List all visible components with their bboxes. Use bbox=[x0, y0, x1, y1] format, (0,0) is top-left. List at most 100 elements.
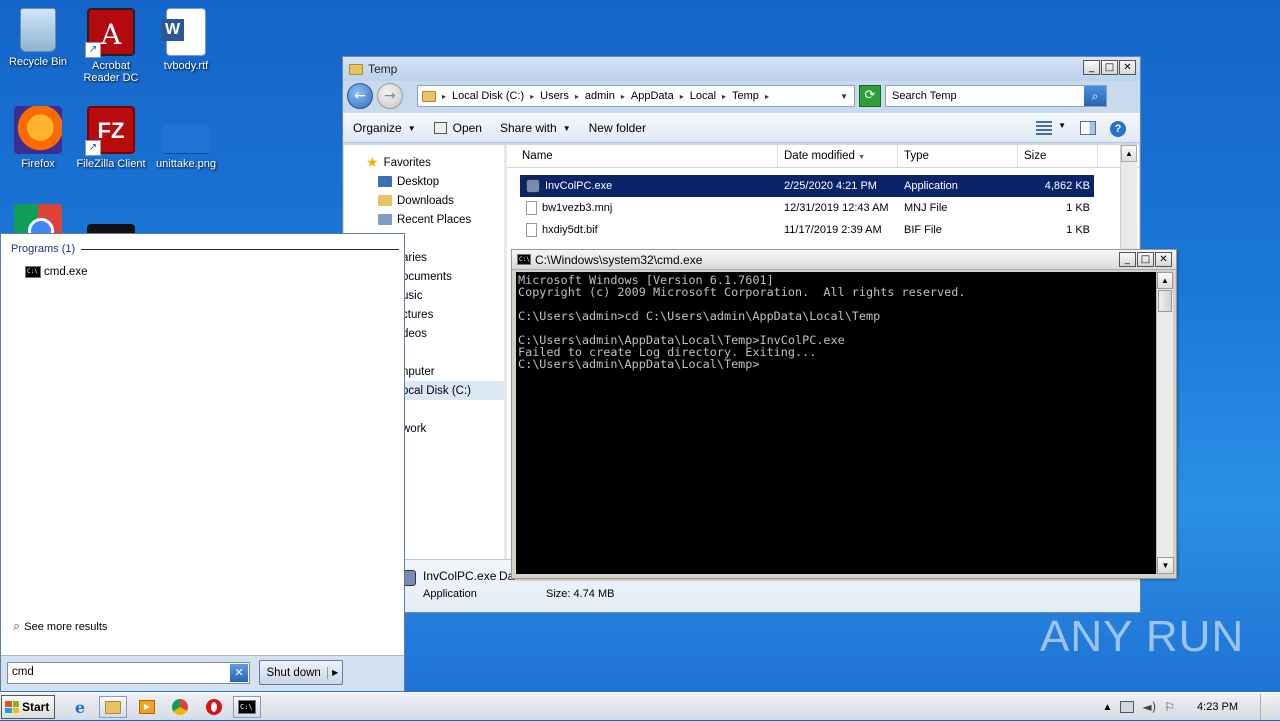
volume-icon[interactable]: ◄) bbox=[1142, 700, 1156, 714]
details-type: Application bbox=[423, 588, 477, 600]
shutdown-button[interactable]: Shut down ▶ bbox=[259, 660, 343, 685]
cmd-scrollbar[interactable]: ▲ ▼ bbox=[1156, 272, 1174, 574]
organize-button[interactable]: Organize ▼ bbox=[353, 121, 416, 135]
view-dropdown-icon[interactable]: ▼ bbox=[1058, 121, 1066, 137]
preview-pane-icon[interactable] bbox=[1080, 121, 1096, 135]
help-icon[interactable]: ? bbox=[1110, 121, 1126, 137]
console-output[interactable]: Microsoft Windows [Version 6.1.7601] Cop… bbox=[516, 272, 1156, 574]
action-center-flag-icon[interactable]: ⚐ bbox=[1164, 700, 1175, 714]
forward-button[interactable]: → bbox=[377, 83, 403, 109]
desktop-icon-label: Recycle Bin bbox=[8, 56, 68, 68]
desktop-icon-tvbody[interactable]: tvbody.rtf bbox=[148, 8, 224, 72]
maximize-button[interactable]: □ bbox=[1137, 252, 1154, 267]
clock[interactable]: 4:23 PM bbox=[1197, 701, 1238, 713]
column-header-size[interactable]: Size bbox=[1018, 145, 1098, 167]
file-type: MNJ File bbox=[904, 202, 948, 214]
close-button[interactable]: ✕ bbox=[1119, 60, 1136, 75]
desktop-icon-unittake[interactable]: unittake.png bbox=[148, 106, 224, 170]
share-with-button[interactable]: Share with ▼ bbox=[500, 121, 571, 135]
nav-favorites[interactable]: ★ Favorites bbox=[344, 153, 504, 172]
cmd-window[interactable]: C:\ C:\Windows\system32\cmd.exe _ □ ✕ Mi… bbox=[511, 249, 1177, 579]
document-icon bbox=[526, 223, 537, 237]
file-row[interactable]: bw1vezb3.mnj 12/31/2019 12:43 AM MNJ Fil… bbox=[520, 197, 1094, 219]
firefox-icon bbox=[14, 106, 62, 154]
file-date: 12/31/2019 12:43 AM bbox=[784, 202, 889, 214]
search-input[interactable]: Search Temp ⌕ bbox=[885, 85, 1107, 107]
nav-label: usic bbox=[402, 289, 423, 302]
desktop-icon bbox=[378, 176, 392, 187]
minimize-button[interactable]: _ bbox=[1119, 252, 1136, 267]
system-tray: ▲ ◄) ⚐ 4:23 PM bbox=[1102, 693, 1280, 721]
file-row[interactable]: hxdiy5dt.bif 11/17/2019 2:39 AM BIF File… bbox=[520, 219, 1094, 241]
breadcrumb-item[interactable]: Users bbox=[540, 90, 569, 102]
explorer-titlebar[interactable]: Temp _ □ ✕ bbox=[343, 57, 1140, 81]
open-label: Open bbox=[452, 121, 482, 135]
close-button[interactable]: ✕ bbox=[1155, 252, 1172, 267]
maximize-button[interactable]: □ bbox=[1101, 60, 1118, 75]
file-row[interactable]: InvColPC.exe 2/25/2020 4:21 PM Applicati… bbox=[520, 175, 1094, 197]
nav-label: work bbox=[402, 422, 427, 435]
breadcrumb-item[interactable]: Local bbox=[690, 90, 716, 102]
image-file-icon bbox=[162, 124, 210, 154]
details-file-name: InvColPC.exe bbox=[423, 569, 497, 583]
column-header-date[interactable]: Date modified ▼ bbox=[778, 145, 898, 167]
minimize-button[interactable]: _ bbox=[1083, 60, 1100, 75]
scroll-up-icon[interactable]: ▲ bbox=[1121, 145, 1137, 162]
show-desktop-button[interactable] bbox=[1260, 694, 1272, 720]
start-button[interactable]: Start bbox=[1, 695, 55, 719]
open-button[interactable]: Open bbox=[433, 121, 482, 135]
column-header-name[interactable]: Name bbox=[507, 145, 778, 167]
search-icon[interactable]: ⌕ bbox=[1084, 86, 1106, 106]
column-label: Date modified bbox=[784, 150, 855, 162]
cmd-icon: C:\ bbox=[517, 254, 531, 265]
document-icon bbox=[526, 201, 537, 215]
details-size: Size: 4.74 MB bbox=[546, 588, 615, 600]
view-options-icon[interactable] bbox=[1036, 121, 1053, 135]
taskbar-media-player-icon[interactable]: ▶ bbox=[133, 696, 161, 718]
taskbar-cmd-icon[interactable]: C:\ bbox=[233, 696, 261, 718]
cmd-titlebar[interactable]: C:\ C:\Windows\system32\cmd.exe _ □ ✕ bbox=[512, 250, 1176, 270]
new-folder-button[interactable]: New folder bbox=[589, 121, 646, 135]
network-icon[interactable] bbox=[1120, 701, 1135, 713]
desktop-icon-firefox[interactable]: Firefox bbox=[0, 106, 76, 170]
breadcrumb-item[interactable]: Local Disk (C:) bbox=[452, 90, 524, 102]
address-dropdown-icon[interactable]: ▼ bbox=[840, 92, 848, 101]
taskbar-ie-icon[interactable]: e bbox=[66, 696, 94, 718]
shutdown-options-icon[interactable]: ▶ bbox=[328, 668, 342, 677]
desktop-icon-label: Firefox bbox=[21, 158, 55, 170]
nav-label: ocuments bbox=[402, 270, 452, 283]
window-title: C:\Windows\system32\cmd.exe bbox=[535, 252, 703, 267]
taskbar-opera-icon[interactable] bbox=[200, 696, 228, 718]
recent-places-icon bbox=[378, 214, 392, 225]
breadcrumb-item[interactable]: AppData bbox=[631, 90, 674, 102]
taskbar-explorer-icon[interactable] bbox=[99, 696, 127, 718]
folder-icon bbox=[422, 90, 436, 102]
back-button[interactable]: ← bbox=[347, 83, 373, 109]
desktop-icon-recycle-bin[interactable]: Recycle Bin bbox=[0, 8, 76, 68]
tray-expand-icon[interactable]: ▲ bbox=[1102, 702, 1112, 713]
desktop-icon-filezilla[interactable]: FileZilla Client bbox=[73, 106, 149, 170]
start-search-input[interactable]: cmd ✕ bbox=[7, 662, 250, 684]
breadcrumb-item[interactable]: admin bbox=[585, 90, 615, 102]
breadcrumb-item[interactable]: Temp bbox=[732, 90, 759, 102]
taskbar-chrome-icon[interactable] bbox=[166, 696, 194, 718]
scroll-down-icon[interactable]: ▼ bbox=[1157, 557, 1174, 574]
nav-desktop[interactable]: Desktop bbox=[344, 172, 504, 191]
column-header-type[interactable]: Type bbox=[898, 145, 1018, 167]
refresh-button[interactable]: ⟳ bbox=[859, 85, 881, 107]
nav-downloads[interactable]: Downloads bbox=[344, 191, 504, 210]
scroll-up-icon[interactable]: ▲ bbox=[1157, 272, 1173, 289]
desktop-icon-acrobat[interactable]: Acrobat Reader DC bbox=[73, 8, 149, 84]
sort-arrow-icon: ▼ bbox=[858, 154, 866, 161]
clear-search-icon[interactable]: ✕ bbox=[230, 664, 248, 682]
search-result-cmd[interactable]: C:\ cmd.exe bbox=[25, 266, 87, 278]
word-doc-icon bbox=[161, 8, 206, 56]
star-icon: ★ bbox=[366, 154, 379, 170]
file-type: Application bbox=[904, 180, 958, 192]
address-bar[interactable]: ▸ Local Disk (C:) ▸ Users ▸ admin ▸ AppD… bbox=[417, 85, 855, 107]
scroll-thumb[interactable] bbox=[1158, 290, 1172, 312]
desktop-icon-label: tvbody.rtf bbox=[163, 60, 209, 72]
start-menu: Programs (1) C:\ cmd.exe ⌕ See more resu… bbox=[0, 233, 405, 691]
see-more-results[interactable]: ⌕ See more results bbox=[13, 619, 107, 634]
nav-recent-places[interactable]: Recent Places bbox=[344, 210, 504, 229]
